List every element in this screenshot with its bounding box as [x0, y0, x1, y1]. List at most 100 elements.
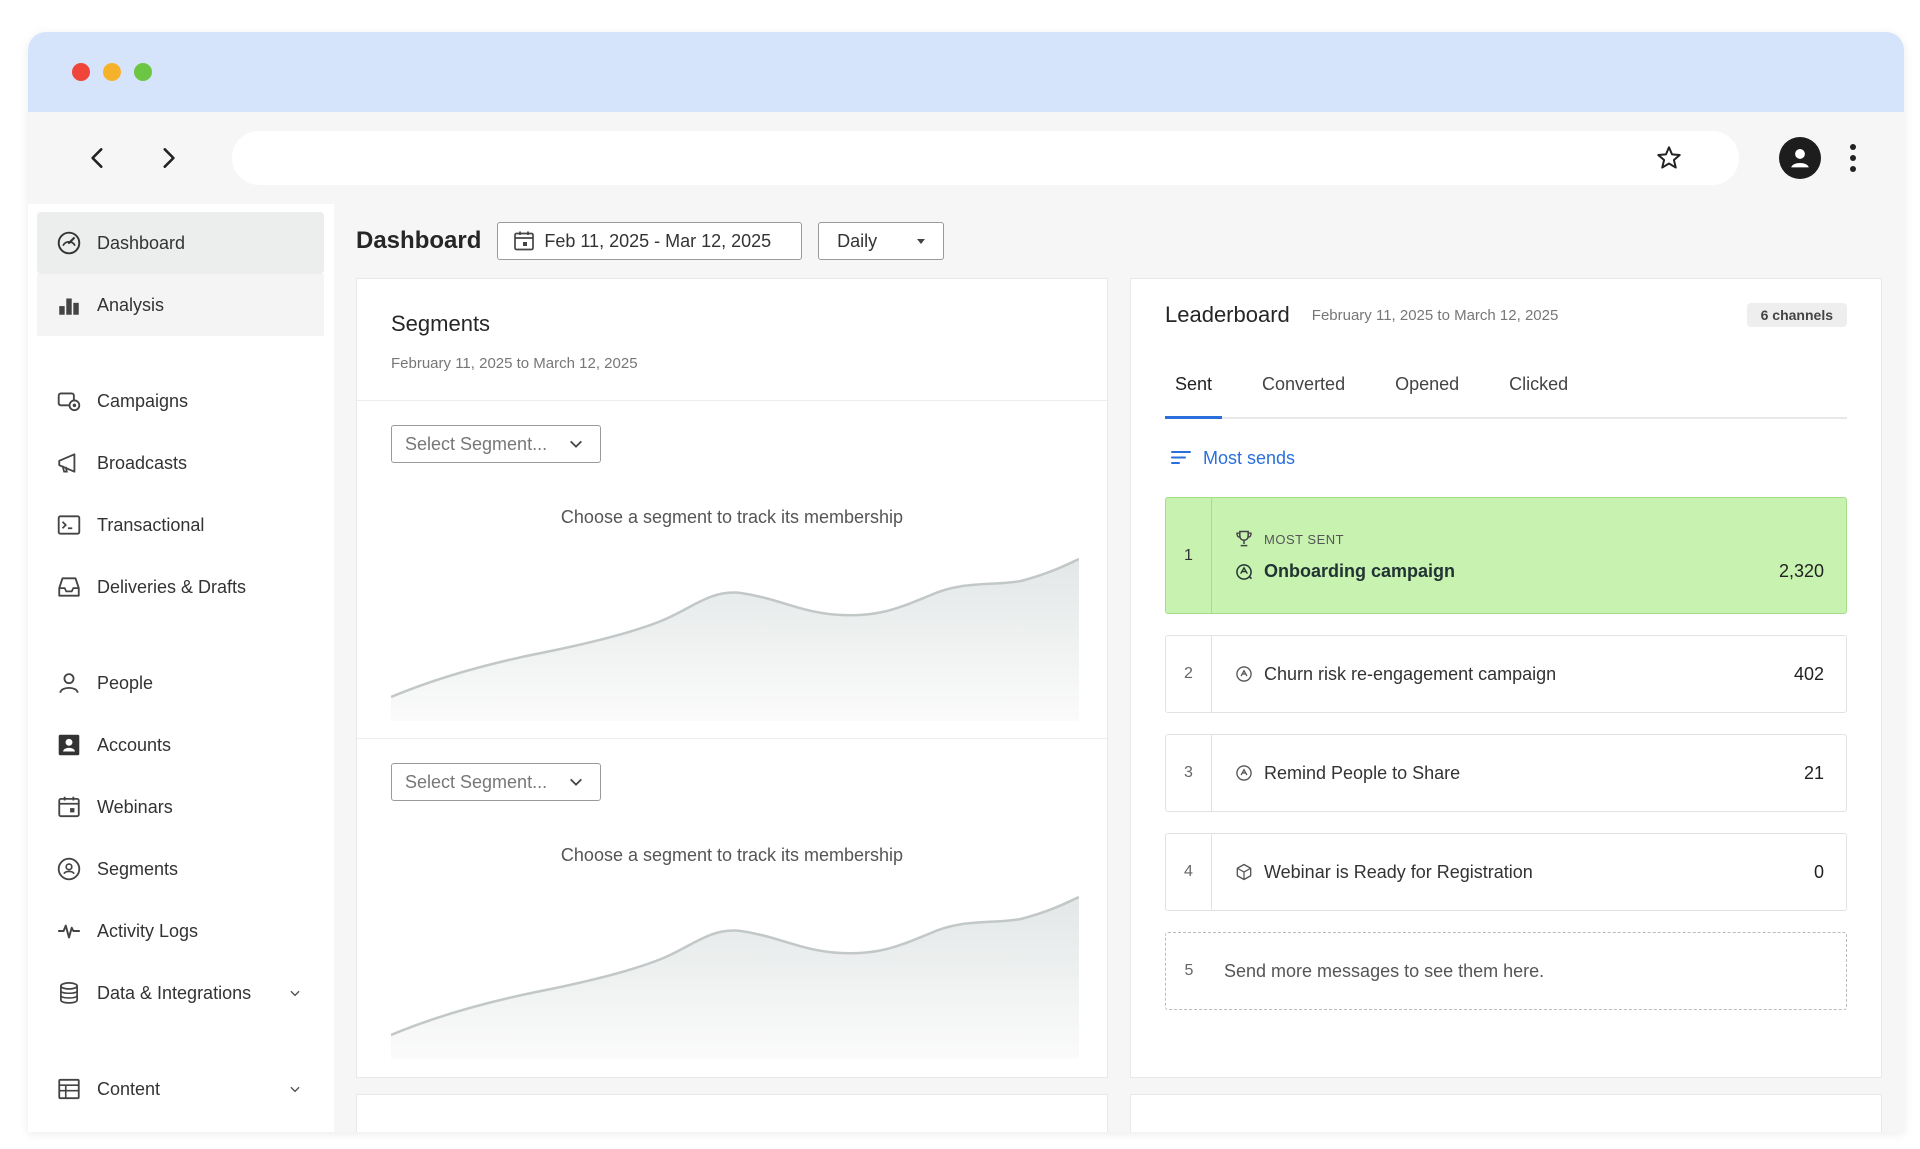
sidebar-item-people[interactable]: People: [37, 652, 324, 714]
sidebar-item-label: Transactional: [97, 514, 205, 535]
user-avatar-icon: [1791, 149, 1809, 168]
sidebar-item-label: Dashboard: [97, 232, 186, 253]
star-icon[interactable]: [1655, 144, 1683, 172]
period-select[interactable]: Daily: [818, 222, 945, 260]
database-icon: [55, 979, 83, 1007]
segment-tracker: Select Segment... Choose a segment to tr…: [357, 401, 1107, 739]
close-window-button[interactable]: [72, 63, 90, 81]
next-panel-right: [1130, 1094, 1882, 1132]
sort-lines-icon: [1171, 451, 1191, 464]
page-title: Dashboard: [356, 227, 482, 254]
leaderboard-row[interactable]: 2 Churn risk re-engagement campaign 402: [1165, 635, 1847, 713]
sidebar-item-label: Accounts: [97, 734, 172, 755]
sidebar-item-data-integrations[interactable]: Data & Integrations: [37, 962, 324, 1024]
date-range-picker[interactable]: Feb 11, 2025 - Mar 12, 2025: [497, 222, 803, 260]
sidebar-item-dashboard[interactable]: Dashboard: [37, 212, 324, 274]
forward-button[interactable]: [148, 138, 188, 178]
period-value: Daily: [837, 230, 878, 251]
segments-title: Segments: [391, 311, 491, 336]
next-panel-left: [356, 1094, 1108, 1132]
chevron-left-icon: [91, 148, 103, 168]
sidebar-item-segments[interactable]: Segments: [37, 838, 324, 900]
sidebar-item-activity-logs[interactable]: Activity Logs: [37, 900, 324, 962]
segments-icon: [55, 855, 83, 883]
back-button[interactable]: [78, 138, 118, 178]
trophy-icon: [1236, 530, 1252, 547]
placeholder-area-chart: [391, 557, 1079, 721]
dashboard-header: Dashboard Feb 11, 2025 - Mar 12, 2025 Da…: [356, 204, 1904, 278]
sidebar-item-label: People: [97, 672, 154, 693]
tab-sent[interactable]: Sent: [1164, 351, 1223, 419]
segment-empty-message: Choose a segment to track its membership: [560, 845, 904, 865]
tab-opened[interactable]: Opened: [1395, 351, 1459, 417]
leaderboard-panel: Leaderboard February 11, 2025 to March 1…: [1130, 278, 1882, 1078]
sidebar-item-label: Webinars: [97, 796, 173, 817]
leaderboard-row[interactable]: 3 Remind People to Share 21: [1165, 734, 1847, 812]
campaign-name: Webinar is Ready for Registration: [1264, 861, 1533, 882]
megaphone-icon: [55, 449, 83, 477]
rank-number: 2: [1166, 636, 1212, 712]
pulse-icon: [55, 917, 83, 945]
chevron-down-icon[interactable]: [288, 1082, 302, 1096]
segment-select[interactable]: Select Segment...: [391, 425, 601, 463]
sidebar-item-transactional[interactable]: Transactional: [37, 494, 324, 556]
rank-number: 5: [1184, 962, 1194, 979]
campaign-name: Churn risk re-engagement campaign: [1264, 663, 1557, 684]
send-count: 2,320: [1778, 561, 1824, 581]
campaign-icon: [1236, 765, 1252, 781]
app-area: Dashboard Analysis Campaigns Broadcasts: [28, 204, 1904, 1132]
rank-number: 1: [1166, 498, 1212, 613]
sidebar-item-analysis[interactable]: Analysis: [37, 274, 324, 336]
table-icon: [55, 1075, 83, 1103]
segment-select[interactable]: Select Segment...: [391, 763, 601, 801]
gauge-icon: [55, 229, 83, 257]
sidebar-item-label: Deliveries & Drafts: [97, 576, 247, 597]
sidebar-item-broadcasts[interactable]: Broadcasts: [37, 432, 324, 494]
chevron-down-icon: [570, 778, 582, 786]
tab-converted[interactable]: Converted: [1262, 351, 1345, 417]
segment-select-label: Select Segment...: [405, 771, 548, 792]
profile-button[interactable]: [1779, 137, 1821, 179]
sidebar-item-campaigns[interactable]: Campaigns: [37, 370, 324, 432]
segment-select-label: Select Segment...: [405, 433, 548, 454]
leaderboard-row[interactable]: 1 MOST SENT Onboarding campaign 2,320: [1165, 497, 1847, 614]
browser-window: Dashboard Analysis Campaigns Broadcasts: [28, 32, 1904, 1132]
send-count: 402: [1793, 663, 1824, 684]
tab-clicked[interactable]: Clicked: [1509, 351, 1568, 417]
campaign-icon: [55, 387, 83, 415]
calendar-icon: [514, 231, 535, 251]
main-content: Dashboard Feb 11, 2025 - Mar 12, 2025 Da…: [334, 204, 1904, 1132]
chevron-down-icon: [570, 440, 582, 448]
sidebar-item-label: Activity Logs: [97, 920, 199, 941]
leaderboard-row[interactable]: 4 Webinar is Ready for Registration 0: [1165, 833, 1847, 911]
cube-icon: [1236, 863, 1252, 881]
sidebar-item-label: Broadcasts: [97, 452, 188, 473]
sidebar-item-label: Analysis: [97, 294, 165, 315]
calendar-icon: [55, 793, 83, 821]
sort-toggle[interactable]: Most sends: [1131, 419, 1881, 497]
segments-date-range: February 11, 2025 to March 12, 2025: [391, 355, 638, 372]
sidebar-item-deliveries[interactable]: Deliveries & Drafts: [37, 556, 324, 618]
sidebar-item-accounts[interactable]: Accounts: [37, 714, 324, 776]
leaderboard-empty-row: 5 Send more messages to see them here.: [1165, 932, 1847, 1010]
title-bar: [28, 32, 1904, 112]
sidebar-item-webinars[interactable]: Webinars: [37, 776, 324, 838]
segment-tracker: Select Segment... Choose a segment to tr…: [357, 739, 1107, 1077]
contact-card-icon: [55, 731, 83, 759]
channels-badge: 6 channels: [1746, 303, 1847, 327]
leaderboard-tabs: Sent Converted Opened Clicked: [1164, 351, 1847, 419]
browser-toolbar: [28, 112, 1904, 204]
campaign-icon: [1236, 666, 1252, 682]
maximize-window-button[interactable]: [134, 63, 152, 81]
sort-label: Most sends: [1203, 447, 1296, 468]
chevron-down-icon[interactable]: [288, 986, 302, 1000]
campaign-name: Remind People to Share: [1264, 762, 1461, 783]
send-count: 21: [1803, 762, 1824, 783]
minimize-window-button[interactable]: [103, 63, 121, 81]
caret-down-icon: [917, 238, 926, 244]
leaderboard-date-range: February 11, 2025 to March 12, 2025: [1311, 306, 1559, 324]
sidebar-item-label: Segments: [97, 858, 179, 879]
kebab-menu-icon[interactable]: [1843, 138, 1863, 178]
sidebar-item-content[interactable]: Content: [37, 1058, 324, 1120]
address-bar[interactable]: [232, 131, 1739, 185]
